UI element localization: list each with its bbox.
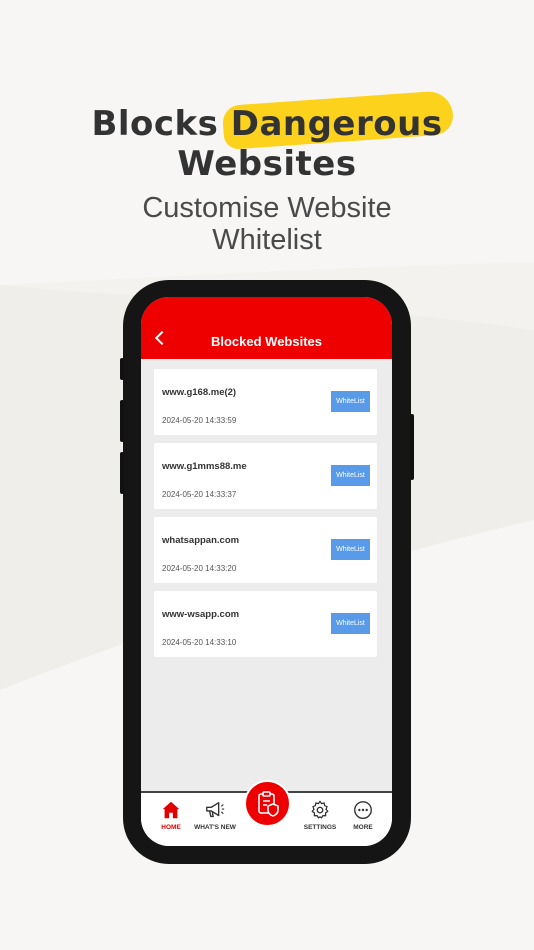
blocked-site-url: whatsappan.com (162, 535, 240, 546)
blocked-timestamp: 2024-05-20 14:33:37 (162, 490, 237, 499)
whitelist-button[interactable]: WhiteList (331, 391, 370, 412)
blocked-site-url: www.g168.me(2) (162, 387, 237, 398)
app-screen: Blocked Websites www.g168.me(2) 2024-05-… (141, 297, 392, 846)
clipboard-shield-icon (257, 790, 279, 817)
nav-more-label: MORE (353, 824, 373, 831)
nav-home[interactable]: HOME (147, 799, 195, 831)
list-item: www.g1mms88.me 2024-05-20 14:33:37 White… (154, 443, 377, 509)
page-title: Blocked Websites (210, 334, 323, 349)
more-dots-icon (354, 801, 372, 819)
promo-headline: Blocks Dangerous Websites (0, 104, 534, 184)
nav-settings-label: SETTINGS (303, 824, 337, 831)
list-item: whatsappan.com 2024-05-20 14:33:20 White… (154, 517, 377, 583)
home-icon (162, 801, 180, 819)
phone-mute-switch (120, 358, 124, 380)
phone-volume-up (120, 400, 124, 442)
nav-more[interactable]: MORE (339, 799, 387, 831)
whitelist-button[interactable]: WhiteList (331, 613, 370, 634)
list-item: www.g168.me(2) 2024-05-20 14:33:59 White… (154, 369, 377, 435)
megaphone-icon (206, 801, 225, 818)
nav-home-label: HOME (161, 824, 181, 831)
nav-settings[interactable]: SETTINGS (296, 799, 344, 831)
blocked-sites-list: www.g168.me(2) 2024-05-20 14:33:59 White… (154, 369, 377, 665)
subline-line-1: Customise Website (142, 192, 392, 224)
security-check-button[interactable] (244, 780, 291, 827)
whitelist-button[interactable]: WhiteList (331, 539, 370, 560)
headline-word: Blocks (91, 104, 219, 144)
blocked-timestamp: 2024-05-20 14:33:20 (162, 564, 237, 573)
promo-subline: Customise Website Whitelist (0, 192, 534, 256)
subline-line-2: Whitelist (212, 224, 322, 256)
blocked-timestamp: 2024-05-20 14:33:10 (162, 638, 237, 647)
blocked-site-url: www.g1mms88.me (162, 461, 247, 472)
phone-volume-down (120, 452, 124, 494)
nav-whats-new-label: WHAT'S NEW (194, 824, 236, 831)
gear-icon (311, 800, 329, 819)
app-bar: Blocked Websites (141, 297, 392, 359)
whitelist-button[interactable]: WhiteList (331, 465, 370, 486)
phone-power-button (410, 414, 414, 480)
blocked-timestamp: 2024-05-20 14:33:59 (162, 416, 237, 425)
blocked-site-url: www-wsapp.com (162, 609, 240, 620)
list-item: www-wsapp.com 2024-05-20 14:33:10 WhiteL… (154, 591, 377, 657)
headline-line-2: Websites (177, 144, 357, 184)
nav-whats-new[interactable]: WHAT'S NEW (191, 799, 239, 831)
headline-highlight: Dangerous (230, 104, 443, 144)
